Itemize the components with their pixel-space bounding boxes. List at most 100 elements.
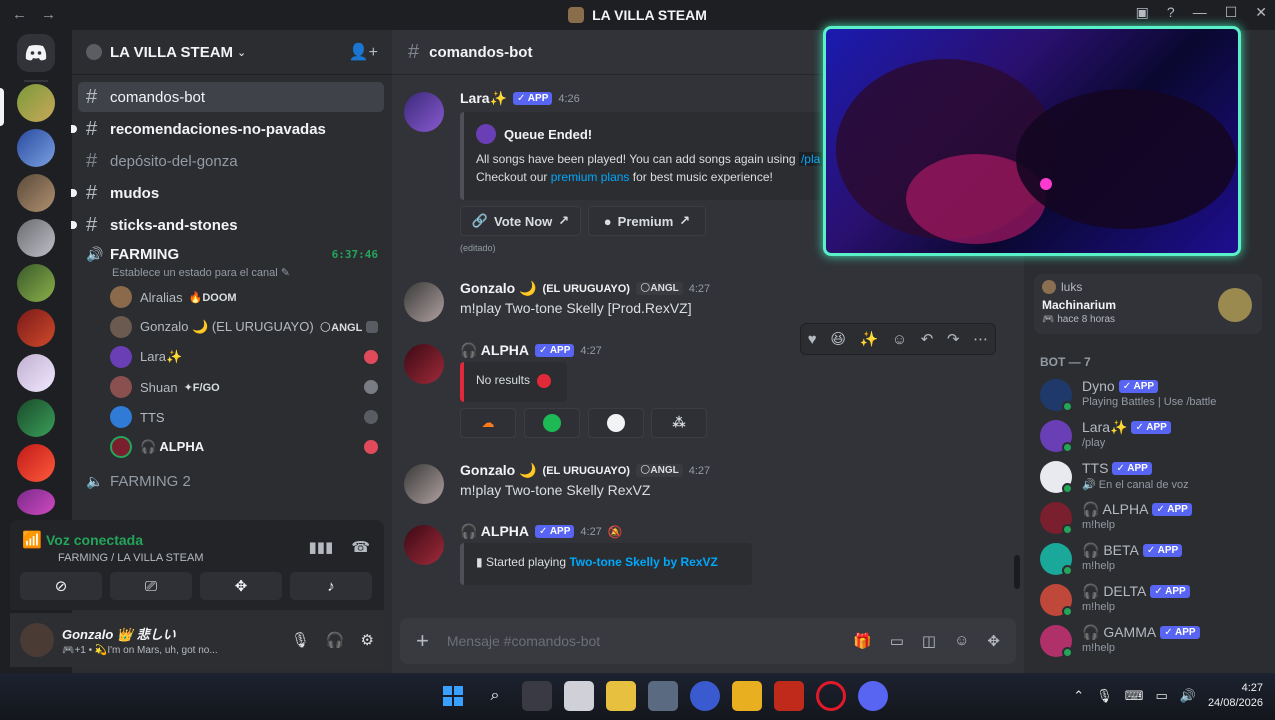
- taskbar-clock[interactable]: 4:27 24/08/2026: [1208, 681, 1263, 711]
- volume-icon[interactable]: 🔊: [1180, 688, 1196, 704]
- server-icon-la-villa-steam[interactable]: [17, 84, 55, 122]
- close-button[interactable]: ✕: [1255, 4, 1267, 21]
- member-item[interactable]: Dyno ✓ APP Playing Battles | Use /battle: [1040, 375, 1265, 415]
- noise-suppression-icon[interactable]: ▮▮▮: [309, 538, 334, 556]
- voice-user[interactable]: Lara✨: [110, 342, 378, 372]
- gift-icon[interactable]: 🎁: [853, 632, 872, 650]
- apple-music-button[interactable]: [588, 408, 644, 438]
- invite-people-icon[interactable]: 👤+: [349, 42, 378, 62]
- member-item[interactable]: TTS ✓ APP 🔊 En el canal de voz: [1040, 457, 1265, 497]
- server-icon-9[interactable]: [17, 444, 55, 482]
- member-item[interactable]: Lara✨ ✓ APP /play: [1040, 416, 1265, 456]
- author-name[interactable]: Lara✨: [460, 90, 507, 107]
- activities-button[interactable]: ✥: [200, 572, 282, 600]
- keyboard-icon[interactable]: ⌨: [1125, 688, 1144, 704]
- voice-user[interactable]: Alralias 🔥DOOM: [110, 282, 378, 312]
- opera-icon[interactable]: [816, 681, 846, 711]
- server-icon-2[interactable]: [17, 129, 55, 167]
- premium-button[interactable]: ● Premium ↗: [588, 206, 706, 236]
- author-avatar[interactable]: [404, 92, 444, 132]
- message-input[interactable]: Mensaje #comandos-bot: [447, 633, 600, 649]
- vote-now-button[interactable]: 🔗 Vote Now ↗: [460, 206, 581, 236]
- file-explorer-icon[interactable]: [732, 681, 762, 711]
- voice-connected-title[interactable]: Voz conectada: [46, 532, 143, 548]
- search-icon[interactable]: ⌕: [480, 681, 510, 711]
- voice-user[interactable]: 🎧 ALPHA: [110, 432, 378, 462]
- microphone-tray-icon[interactable]: 🎙: [1096, 688, 1113, 704]
- server-icon-6[interactable]: [17, 309, 55, 347]
- server-icon-10[interactable]: [17, 489, 55, 515]
- help-icon[interactable]: ?: [1167, 4, 1175, 21]
- spotify-icon: [543, 414, 561, 432]
- headphones-icon[interactable]: 🎧: [326, 631, 345, 649]
- network-icon[interactable]: ▭: [1155, 688, 1167, 704]
- voice-channel-farming[interactable]: 🔊 FARMING 6:37:46: [78, 242, 384, 266]
- discord-home-button[interactable]: [17, 34, 55, 72]
- server-icon-5[interactable]: [17, 264, 55, 302]
- voice-user[interactable]: Gonzalo 🌙 (EL URUGUAYO) 🌕ANGL: [110, 312, 378, 342]
- maximize-button[interactable]: ☐: [1225, 4, 1238, 21]
- disconnect-icon[interactable]: ☎: [351, 538, 370, 556]
- author-name[interactable]: Gonzalo 🌙: [460, 462, 537, 479]
- calculator-icon[interactable]: [648, 681, 678, 711]
- channel-mudos[interactable]: # mudos: [71, 178, 384, 208]
- member-item[interactable]: 🎧 ALPHA ✓ APP m!help: [1040, 498, 1265, 538]
- member-item[interactable]: 🎧 GAMMA ✓ APP m!help: [1040, 621, 1265, 661]
- author-name[interactable]: 🎧 ALPHA: [460, 342, 529, 359]
- emoji-icon[interactable]: ☺: [954, 632, 969, 650]
- channel-sticks-and-stones[interactable]: # sticks-and-stones: [71, 210, 384, 240]
- author-avatar[interactable]: [404, 525, 444, 565]
- author-avatar[interactable]: [404, 282, 444, 322]
- member-item[interactable]: 🎧 DELTA ✓ APP m!help: [1040, 580, 1265, 620]
- inbox-icon[interactable]: ▣: [1136, 4, 1149, 21]
- member-item[interactable]: 🎧 BETA ✓ APP m!help: [1040, 539, 1265, 579]
- author-name[interactable]: Gonzalo 🌙: [460, 280, 537, 297]
- author-avatar[interactable]: [404, 464, 444, 504]
- voice-user[interactable]: TTS: [110, 402, 378, 432]
- deezer-button[interactable]: ⁂: [651, 408, 707, 438]
- track-link[interactable]: Two-tone Skelly by RexVZ: [569, 555, 717, 569]
- embed-command[interactable]: /pla: [798, 152, 823, 166]
- back-arrow-icon[interactable]: ←: [12, 6, 27, 23]
- video-stream-overlay[interactable]: [823, 26, 1241, 256]
- server-icon-3[interactable]: [17, 174, 55, 212]
- soundboard-button[interactable]: ♪: [290, 572, 372, 600]
- channel-recomendaciones-no-pavadas[interactable]: # recomendaciones-no-pavadas: [71, 114, 384, 144]
- voice-channel-status[interactable]: Establece un estado para el canal ✎: [112, 266, 392, 282]
- discord-taskbar-icon[interactable]: [858, 681, 888, 711]
- voice-user[interactable]: Shuan ✦F/GO: [110, 372, 378, 402]
- server-icon-4[interactable]: [17, 219, 55, 257]
- add-attachment-icon[interactable]: +: [416, 628, 429, 654]
- apps-icon[interactable]: ✥: [987, 632, 1000, 650]
- sticker-icon[interactable]: ◫: [922, 632, 936, 650]
- author-name[interactable]: 🎧 ALPHA: [460, 523, 529, 540]
- app-icon[interactable]: [774, 681, 804, 711]
- server-header[interactable]: LA VILLA STEAM ⌄ 👤+: [72, 30, 392, 75]
- user-avatar[interactable]: [20, 623, 54, 657]
- spotify-button[interactable]: [524, 408, 580, 438]
- camera-off-button[interactable]: ⊘: [20, 572, 102, 600]
- tray-chevron-up-icon[interactable]: ⌃: [1073, 688, 1084, 704]
- media-player-icon[interactable]: [690, 681, 720, 711]
- task-view-icon[interactable]: [522, 681, 552, 711]
- server-icon-7[interactable]: [17, 354, 55, 392]
- user-info[interactable]: Gonzalo 👑 悲しい 🎮+1 • 💫I'm on Mars, uh, go…: [54, 624, 218, 656]
- activity-card[interactable]: luks Machinarium 🎮 hace 8 horas: [1034, 274, 1262, 334]
- notes-icon[interactable]: [606, 681, 636, 711]
- notepad-icon[interactable]: [564, 681, 594, 711]
- server-icon-8[interactable]: [17, 399, 55, 437]
- minimize-button[interactable]: —: [1193, 4, 1207, 21]
- chat-scrollbar[interactable]: [1014, 555, 1020, 589]
- forward-arrow-icon[interactable]: →: [41, 6, 56, 23]
- screen-share-button[interactable]: ⎚: [110, 572, 192, 600]
- author-avatar[interactable]: [404, 344, 444, 384]
- voice-channel-farming-2[interactable]: 🔈 FARMING 2: [78, 468, 384, 494]
- gif-icon[interactable]: ▭: [890, 632, 904, 650]
- premium-plans-link[interactable]: premium plans: [551, 170, 630, 184]
- channel-comandos-bot[interactable]: # comandos-bot: [78, 82, 384, 112]
- settings-gear-icon[interactable]: ⚙: [361, 631, 374, 649]
- microphone-icon[interactable]: 🎙: [291, 631, 310, 649]
- soundcloud-button[interactable]: ☁: [460, 408, 516, 438]
- windows-start-icon[interactable]: [438, 681, 468, 711]
- channel-deposito-del-gonza[interactable]: # depósito-del-gonza: [78, 146, 384, 176]
